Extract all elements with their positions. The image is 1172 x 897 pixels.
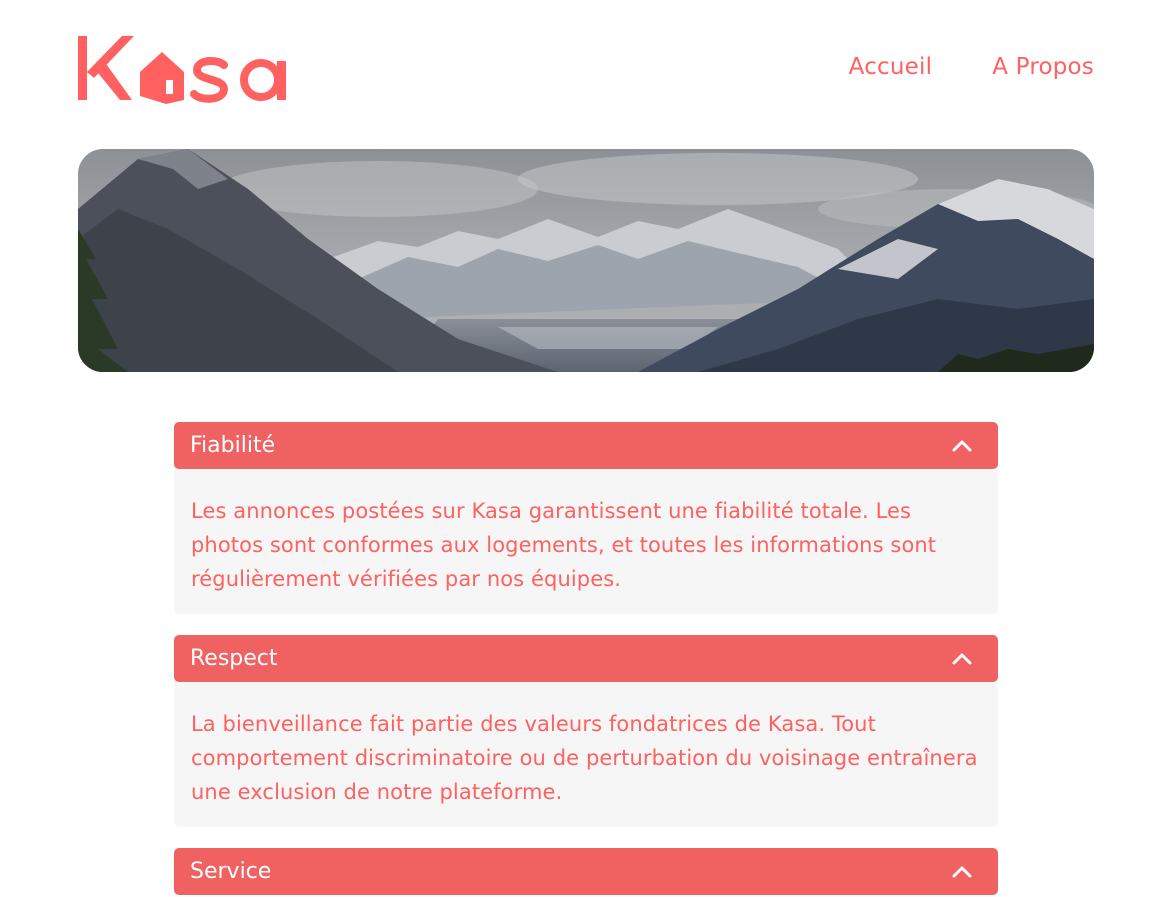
collapse-body: La bienveillance fait partie des valeurs… (174, 677, 998, 827)
chevron-up-icon[interactable] (950, 647, 974, 671)
site-header: Accueil A Propos (78, 34, 1094, 104)
collapse-header-fiabilite[interactable]: Fiabilité (174, 422, 998, 469)
collapse-text: Les annonces postées sur Kasa garantisse… (191, 499, 937, 591)
about-page: Accueil A Propos Fiabilité Les annonces … (0, 0, 1172, 897)
collapse-title: Respect (190, 646, 278, 671)
collapse-item: Respect La bienveillance fait partie des… (174, 635, 998, 827)
collapse-title: Fiabilité (190, 433, 276, 458)
collapse-text: La bienveillance fait partie des valeurs… (191, 712, 978, 804)
collapse-item: Service (174, 848, 998, 895)
collapse-header-respect[interactable]: Respect (174, 635, 998, 682)
collapse-item: Fiabilité Les annonces postées sur Kasa … (174, 422, 998, 614)
mountain-landscape-image (78, 149, 1094, 372)
kasa-logo-icon (78, 36, 286, 104)
kasa-logo[interactable] (78, 34, 290, 104)
values-accordion: Fiabilité Les annonces postées sur Kasa … (174, 422, 998, 897)
chevron-up-icon[interactable] (950, 860, 974, 884)
collapse-header-service[interactable]: Service (174, 848, 998, 895)
collapse-body: Les annonces postées sur Kasa garantisse… (174, 464, 998, 614)
chevron-up-icon[interactable] (950, 434, 974, 458)
main-nav: Accueil A Propos (849, 54, 1094, 80)
collapse-title: Service (190, 859, 272, 884)
nav-link-accueil[interactable]: Accueil (849, 54, 933, 80)
nav-link-a-propos[interactable]: A Propos (992, 54, 1094, 80)
mountain-banner (78, 149, 1094, 372)
